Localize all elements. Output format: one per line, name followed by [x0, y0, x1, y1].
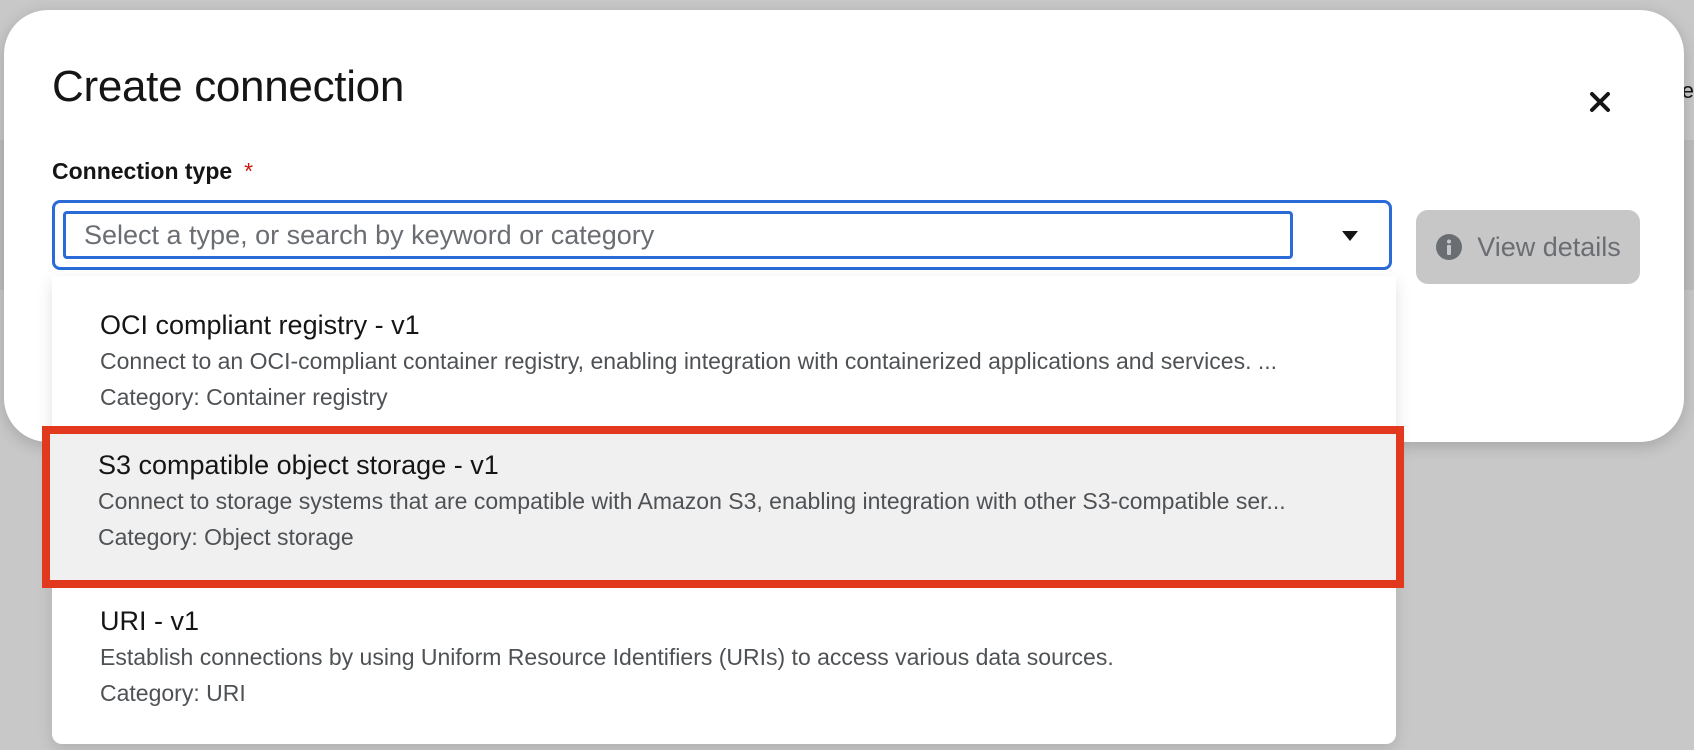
required-marker: *	[244, 158, 254, 184]
option-category: Category: Object storage	[98, 524, 354, 550]
option-description: Establish connections by using Uniform R…	[100, 644, 1114, 670]
option-category: Category: URI	[100, 680, 246, 706]
close-icon	[1590, 92, 1610, 112]
option-uri[interactable]: URI - v1 Establish connections by using …	[52, 576, 1396, 736]
option-title: OCI compliant registry - v1	[100, 310, 420, 340]
option-title: S3 compatible object storage - v1	[98, 450, 499, 480]
caret-down-icon	[1342, 231, 1358, 241]
select-toggle-button[interactable]	[1335, 221, 1365, 251]
option-description: Connect to storage systems that are comp…	[98, 488, 1286, 514]
modal-title: Create connection	[52, 62, 405, 111]
connection-type-label-text: Connection type	[52, 158, 233, 184]
option-category: Category: Container registry	[100, 384, 388, 410]
connection-type-label: Connection type *	[52, 158, 253, 185]
connection-type-menu: OCI compliant registry - v1 Connect to a…	[42, 276, 1404, 744]
connection-type-select[interactable]	[52, 200, 1392, 270]
view-details-button[interactable]: View details	[1416, 210, 1640, 284]
view-details-label: View details	[1477, 231, 1621, 262]
option-s3-storage[interactable]: S3 compatible object storage - v1 Connec…	[42, 426, 1404, 588]
info-circle-icon	[1435, 233, 1463, 261]
option-title: URI - v1	[100, 606, 200, 636]
option-oci-registry[interactable]: OCI compliant registry - v1 Connect to a…	[52, 276, 1396, 422]
option-description: Connect to an OCI-compliant container re…	[100, 348, 1278, 374]
close-button[interactable]	[1574, 76, 1626, 128]
connection-type-search-input[interactable]	[63, 211, 1293, 259]
